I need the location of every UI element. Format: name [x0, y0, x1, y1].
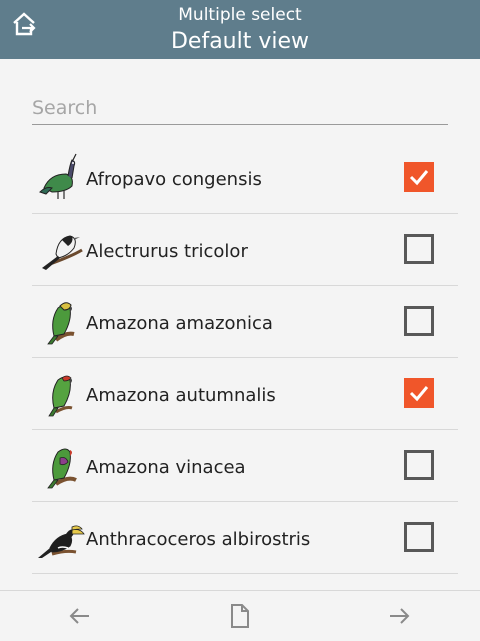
parrot-icon — [47, 448, 77, 489]
checkbox[interactable] — [404, 234, 434, 264]
list-item-anthracoceros-albirostris[interactable]: Anthracoceros albirostris — [32, 502, 458, 574]
list-item-amazona-amazonica[interactable]: Amazona amazonica — [32, 286, 458, 358]
checkbox[interactable] — [404, 306, 434, 336]
arrow-right-icon[interactable] — [386, 603, 412, 629]
list-item-label: Anthracoceros albirostris — [86, 529, 311, 550]
footer-toolbar — [0, 590, 480, 641]
tyrant-flycatcher-icon — [42, 235, 83, 270]
checkbox[interactable] — [404, 378, 434, 408]
parrot-icon — [47, 302, 75, 345]
species-list: Afropavo congensis Alectrurus tricolor A… — [32, 142, 458, 574]
header-subtitle: Multiple select — [178, 5, 302, 25]
list-item-label: Amazona amazonica — [86, 313, 273, 334]
list-item-amazona-autumnalis[interactable]: Amazona autumnalis — [32, 358, 458, 430]
list-item-label: Amazona vinacea — [86, 457, 246, 478]
list-item-label: Afropavo congensis — [86, 169, 262, 190]
search-input[interactable] — [32, 91, 448, 125]
document-icon[interactable] — [227, 603, 253, 629]
list-item-alectrurus-tricolor[interactable]: Alectrurus tricolor — [32, 214, 458, 286]
congo-peafowl-icon — [39, 153, 77, 199]
check-icon — [409, 386, 429, 402]
page-title: Default view — [170, 29, 310, 54]
hornbill-icon — [38, 525, 85, 558]
header-bar: Multiple select Default view — [0, 0, 480, 59]
list-item-label: Amazona autumnalis — [86, 385, 276, 406]
parrot-icon — [48, 375, 73, 417]
list-item-amazona-vinacea[interactable]: Amazona vinacea — [32, 430, 458, 502]
check-icon — [409, 170, 429, 186]
checkbox[interactable] — [404, 450, 434, 480]
checkbox[interactable] — [404, 162, 434, 192]
list-item-label: Alectrurus tricolor — [86, 241, 248, 262]
checkbox[interactable] — [404, 522, 434, 552]
arrow-left-icon[interactable] — [67, 603, 93, 629]
list-item-afropavo-congensis[interactable]: Afropavo congensis — [32, 142, 458, 214]
